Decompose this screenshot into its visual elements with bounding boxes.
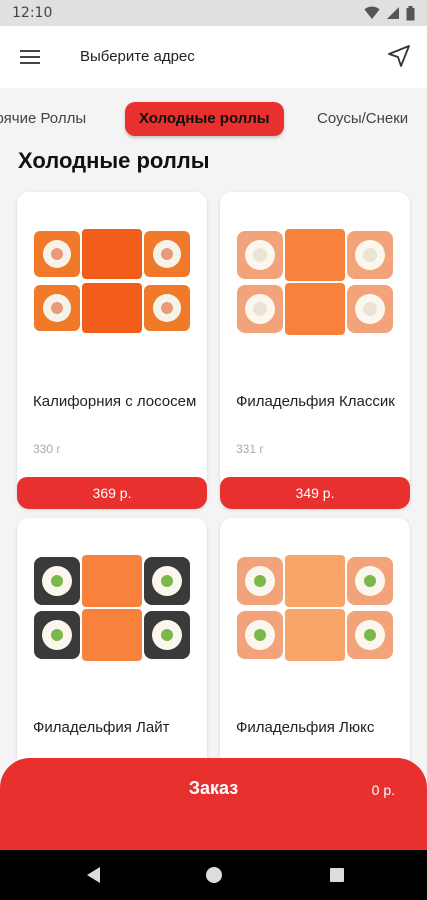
hamburger-icon-line [20, 62, 40, 64]
tab-cold-rolls[interactable]: Холодные роллы [125, 102, 284, 136]
product-image [17, 518, 207, 698]
signal-icon [387, 7, 399, 19]
status-time: 12:10 [12, 5, 53, 21]
product-name: Филадельфия Лайт [33, 719, 170, 736]
product-name: Калифорния с лососем [33, 393, 197, 410]
menu-button[interactable] [18, 46, 44, 68]
battery-icon [406, 5, 415, 20]
address-selector[interactable]: Выберите адрес [80, 48, 195, 65]
product-weight: 331 г [236, 442, 264, 456]
app-bar: Выберите адрес [0, 26, 427, 88]
hamburger-icon-line [20, 50, 40, 52]
order-button[interactable]: Заказ 0 р. [0, 758, 427, 850]
order-total: 0 р. [371, 782, 395, 798]
product-image [220, 192, 410, 372]
category-tabs: Горячие Роллы Холодные роллы Соусы/Снеки [0, 98, 427, 140]
hamburger-icon-line [20, 56, 40, 58]
screen: 12:10 Выберите адрес Горячие Роллы Холод… [0, 0, 427, 900]
product-image [17, 192, 207, 372]
tab-sauces-snacks[interactable]: Соусы/Снеки [317, 102, 408, 136]
price-button[interactable]: 369 р. [17, 477, 207, 509]
status-icons [364, 5, 415, 21]
status-bar: 12:10 [0, 0, 427, 26]
recent-apps-icon[interactable] [328, 865, 346, 885]
product-weight: 330 г [33, 442, 61, 456]
wifi-icon [364, 6, 380, 19]
price-button[interactable]: 349 р. [220, 477, 410, 509]
tab-hot-rolls[interactable]: Горячие Роллы [0, 102, 86, 136]
navigation-arrow-icon[interactable] [385, 42, 413, 70]
back-icon[interactable] [84, 865, 102, 885]
system-nav-bar [0, 850, 427, 900]
product-image [220, 518, 410, 698]
product-name: Филадельфия Люкс [236, 719, 375, 736]
product-card[interactable]: Калифорния с лососем 330 г 369 р. [17, 192, 207, 509]
product-card[interactable]: Филадельфия Классик 331 г 349 р. [220, 192, 410, 509]
home-icon[interactable] [204, 865, 224, 885]
section-title: Холодные роллы [18, 148, 210, 173]
product-name: Филадельфия Классик [236, 393, 395, 410]
order-label: Заказ [188, 778, 239, 798]
